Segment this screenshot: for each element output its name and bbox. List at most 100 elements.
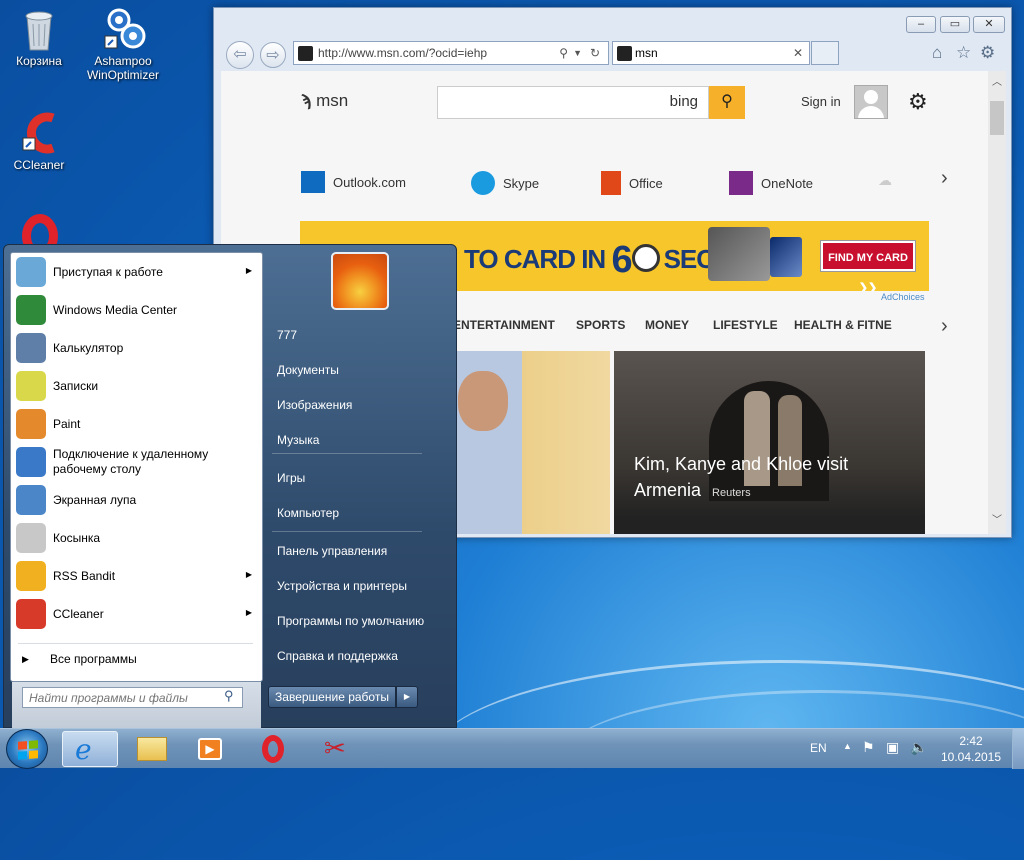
- program-label: Подключение к удаленному рабочему столу: [53, 447, 209, 476]
- scroll-down-icon[interactable]: ﹀: [992, 511, 1002, 526]
- msn-settings-icon[interactable]: ⚙: [908, 89, 928, 115]
- right-item[interactable]: Изображения: [277, 398, 352, 412]
- app-skype[interactable]: Skype: [471, 171, 539, 195]
- maximize-button[interactable]: ▭: [940, 16, 970, 33]
- stopwatch-icon: [631, 244, 660, 272]
- nav-money[interactable]: MONEY: [645, 318, 689, 332]
- refresh-icon[interactable]: ↻: [590, 42, 600, 64]
- recycle-bin-icon[interactable]: Корзина: [0, 6, 78, 68]
- credit-card-image: [708, 227, 770, 281]
- home-icon[interactable]: ⌂: [932, 43, 942, 63]
- show-hidden-icons[interactable]: ▲: [843, 741, 852, 751]
- find-my-card-button[interactable]: FIND MY CARD ❯❯: [821, 241, 915, 291]
- forward-button[interactable]: ⇨: [260, 42, 286, 68]
- outlook-icon: [301, 171, 325, 193]
- program-item[interactable]: Экранная лупа: [11, 481, 262, 519]
- submenu-arrow-icon: ▶: [245, 570, 252, 579]
- start-search-input[interactable]: [22, 687, 243, 708]
- taskbar-opera[interactable]: [246, 731, 302, 767]
- opera-desktop-icon[interactable]: [22, 214, 58, 246]
- settings-gear-icon[interactable]: ⚙: [980, 43, 995, 63]
- program-item[interactable]: Косынка: [11, 519, 262, 557]
- program-item[interactable]: Windows Media Center: [11, 291, 262, 329]
- shutdown-button[interactable]: Завершение работы: [268, 686, 396, 708]
- msn-logo[interactable]: ϡ msn: [301, 91, 348, 111]
- tab-msn[interactable]: msn ✕: [612, 41, 810, 65]
- magnifier-icon: ⚲: [721, 93, 733, 110]
- address-bar[interactable]: http://www.msn.com/?ocid=iehp ⚲ ▼ ↻: [293, 41, 609, 65]
- scissors-icon: ✂: [324, 733, 346, 763]
- nav-health[interactable]: HEALTH & FITNE: [794, 318, 894, 332]
- dropdown-icon[interactable]: ▼: [573, 42, 582, 64]
- onedrive-icon[interactable]: ☁: [878, 172, 892, 189]
- ashampoo-icon[interactable]: Ashampoo WinOptimizer: [84, 6, 162, 82]
- program-item[interactable]: Подключение к удаленному рабочему столу: [11, 443, 262, 481]
- search-magnifier-icon[interactable]: ⚲: [224, 688, 234, 704]
- all-programs[interactable]: ▶ Все программы: [12, 646, 261, 672]
- right-item[interactable]: Программы по умолчанию: [277, 614, 424, 628]
- program-item[interactable]: RSS Bandit ▶: [11, 557, 262, 595]
- program-item[interactable]: Записки: [11, 367, 262, 405]
- scroll-up-icon[interactable]: ︿: [992, 73, 1002, 88]
- search-button[interactable]: ⚲: [709, 86, 745, 119]
- start-button[interactable]: [6, 729, 48, 769]
- scroll-thumb[interactable]: [990, 101, 1004, 135]
- app-office[interactable]: Office: [601, 171, 663, 195]
- program-item[interactable]: Paint: [11, 405, 262, 443]
- search-icon[interactable]: ⚲: [559, 42, 568, 64]
- avatar[interactable]: [854, 85, 888, 119]
- tab-title: msn: [635, 46, 658, 60]
- back-button[interactable]: ⇦: [226, 41, 254, 69]
- program-icon: [16, 599, 46, 629]
- sign-in-link[interactable]: Sign in: [801, 94, 841, 109]
- app-onenote[interactable]: OneNote: [729, 171, 813, 195]
- nav-entertainment[interactable]: ENTERTAINMENT: [453, 318, 555, 332]
- start-menu: ▶ Все программы ⚲ Завершение работы ▶ Пр…: [3, 244, 457, 728]
- minimize-button[interactable]: ‒: [906, 16, 936, 33]
- taskbar-ie[interactable]: e: [62, 731, 118, 767]
- nav-next-icon[interactable]: ›: [941, 315, 948, 338]
- nav-sports[interactable]: SPORTS: [576, 318, 625, 332]
- taskbar-snipping-tool[interactable]: ✂: [308, 731, 364, 767]
- right-item[interactable]: Документы: [277, 363, 339, 377]
- taskbar-explorer[interactable]: [124, 731, 180, 767]
- program-item[interactable]: CCleaner ▶: [11, 595, 262, 633]
- news-image-bottom[interactable]: [614, 518, 925, 534]
- office-icon: [601, 171, 621, 195]
- news-card-armenia[interactable]: Kim, Kanye and Khloe visit Armenia Reute…: [614, 351, 925, 518]
- bing-search-box[interactable]: bing: [437, 86, 709, 119]
- program-icon: [16, 257, 46, 287]
- butterfly-icon: ϡ: [301, 91, 312, 110]
- program-label: Экранная лупа: [53, 492, 137, 507]
- right-item[interactable]: Устройства и принтеры: [277, 579, 407, 593]
- volume-icon[interactable]: 🔈: [910, 739, 927, 756]
- right-item[interactable]: Справка и поддержка: [277, 649, 398, 663]
- new-tab-button[interactable]: [811, 41, 839, 65]
- network-icon[interactable]: ▣: [886, 739, 899, 756]
- apps-next-icon[interactable]: ›: [941, 167, 948, 190]
- right-item[interactable]: Музыка: [277, 433, 319, 447]
- shutdown-options-button[interactable]: ▶: [396, 686, 418, 708]
- ccleaner-desktop-icon[interactable]: CCleaner: [0, 110, 78, 172]
- user-name-link[interactable]: 777: [277, 328, 297, 342]
- nav-lifestyle[interactable]: LIFESTYLE: [713, 318, 778, 332]
- action-center-icon[interactable]: ⚑: [862, 739, 875, 756]
- right-item[interactable]: Игры: [277, 471, 305, 485]
- program-item[interactable]: Приступая к работе ▶: [11, 253, 262, 291]
- right-item[interactable]: Панель управления: [277, 544, 387, 558]
- close-button[interactable]: ✕: [973, 16, 1005, 33]
- program-item[interactable]: Калькулятор: [11, 329, 262, 367]
- news-source: Reuters: [712, 487, 751, 499]
- clock[interactable]: 2:42 10.04.2015: [938, 733, 1004, 765]
- vertical-scrollbar[interactable]: ︿ ﹀: [988, 71, 1006, 534]
- language-indicator[interactable]: EN: [810, 741, 827, 755]
- show-desktop-button[interactable]: [1012, 729, 1024, 769]
- favorites-icon[interactable]: ☆: [956, 43, 971, 63]
- right-item[interactable]: Компьютер: [277, 506, 339, 520]
- adchoices-link[interactable]: AdChoices: [881, 292, 925, 302]
- tab-close-icon[interactable]: ✕: [793, 42, 803, 64]
- user-picture[interactable]: [331, 252, 389, 310]
- app-outlook[interactable]: Outlook.com: [301, 171, 406, 193]
- recycle-bin-label: Корзина: [16, 54, 62, 68]
- taskbar-media-player[interactable]: ▶: [182, 731, 238, 767]
